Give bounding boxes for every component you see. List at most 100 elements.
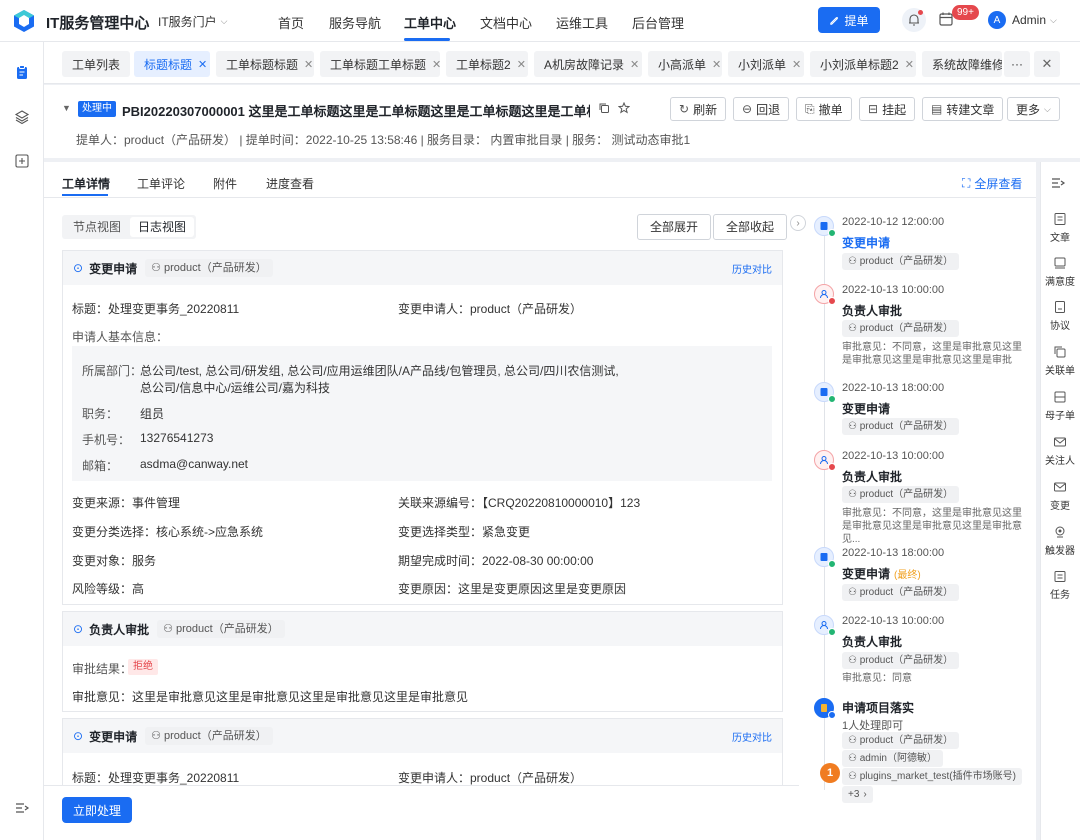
star-icon[interactable] — [618, 102, 630, 114]
more-users-button[interactable]: +3 › — [842, 786, 873, 803]
close-icon[interactable]: ✕ — [432, 58, 441, 71]
close-icon[interactable]: ✕ — [517, 58, 526, 71]
rail-agreement[interactable]: 协议 — [1040, 300, 1080, 332]
tl-title[interactable]: 变更申请 — [842, 234, 890, 251]
collapse-all-button[interactable]: 全部收起 — [713, 214, 788, 240]
more-actions-button[interactable]: 更多 ⌵ — [1007, 97, 1060, 121]
submit-ticket-button[interactable]: 提单 — [818, 7, 880, 33]
close-icon[interactable]: ✕ — [304, 58, 313, 71]
rail-satisfaction[interactable]: 满意度 — [1040, 256, 1080, 288]
section-header[interactable]: ⊙ 变更申请 ⚇ product（产品研发） 历史对比 — [63, 719, 782, 753]
tl-note: 审批意见：同意 — [842, 673, 912, 684]
caret-down-icon[interactable]: ▼ — [62, 103, 71, 113]
layers-icon[interactable] — [14, 109, 30, 125]
subtab-attachments[interactable]: 附件 — [213, 175, 237, 192]
expand-menu-icon[interactable] — [14, 800, 30, 816]
dept-label: 所属部门： — [82, 364, 143, 378]
subtab-detail[interactable]: 工单详情 — [62, 175, 110, 192]
fullscreen-button[interactable]: ⛶ 全屏查看 — [962, 175, 1022, 192]
withdraw-button[interactable]: ⎘ 撤单 — [796, 97, 852, 121]
tab-system-repair[interactable]: 系统故障维修 — [922, 51, 1002, 77]
rail-label: 关联单 — [1045, 366, 1075, 377]
job-value: 组员 — [140, 407, 165, 421]
collapse-panel-icon[interactable] — [1050, 175, 1066, 191]
nav-docs[interactable]: 文档中心 — [480, 13, 532, 32]
nav-admin[interactable]: 后台管理 — [632, 13, 684, 32]
tl-user: admin（阿德敏） — [859, 753, 937, 764]
avatar[interactable]: A — [988, 11, 1006, 29]
subtab-comments[interactable]: 工单评论 — [137, 175, 185, 192]
nav-service[interactable]: 服务导航 — [329, 13, 381, 32]
suspend-button[interactable]: ⊟ 挂起 — [859, 97, 916, 121]
rail-related-ticket[interactable]: 关联单 — [1040, 345, 1080, 377]
user-icon: ⚇ — [848, 753, 860, 764]
close-all-tabs-icon[interactable]: ✕ — [1034, 51, 1060, 77]
portal-switcher[interactable]: IT服务门户 ⌵ — [158, 13, 228, 30]
rail-change[interactable]: 变更 — [1040, 480, 1080, 512]
tab-gao-dispatch[interactable]: 小高派单 ✕ — [648, 51, 722, 77]
subtab-progress[interactable]: 进度查看 — [266, 175, 314, 192]
user-menu[interactable]: Admin ⌵ — [1012, 13, 1057, 27]
section-header[interactable]: ⊙ 变更申请 ⚇ product（产品研发） 历史对比 — [63, 251, 782, 285]
tl-user-chip: ⚇ product（产品研发） — [842, 320, 960, 337]
phone-label: 手机号： — [82, 433, 131, 447]
nav-ops-tools[interactable]: 运维工具 — [556, 13, 608, 32]
section-title: 负责人审批 — [89, 622, 150, 637]
convert-article-button[interactable]: ▤ 转建文章 — [922, 97, 1004, 121]
app-logo-icon[interactable] — [12, 9, 36, 33]
rail-article[interactable]: 文章 — [1040, 212, 1080, 244]
log-view-toggle[interactable]: 日志视图 — [130, 217, 195, 237]
process-now-button[interactable]: 立即处理 — [62, 797, 132, 823]
rail-trigger[interactable]: 触发器 — [1040, 525, 1080, 557]
history-compare-link[interactable]: 历史对比 — [732, 729, 772, 744]
tab-ticket-title-2[interactable]: 工单标题工单标题 ✕ — [320, 51, 441, 77]
tabs-more-button[interactable]: ··· — [1004, 51, 1030, 77]
tab-label: 小高派单 — [658, 57, 707, 72]
rail-label: 任务 — [1050, 590, 1070, 601]
copy-icon[interactable] — [598, 102, 610, 114]
rail-task[interactable]: 任务 — [1040, 569, 1080, 601]
close-icon[interactable]: ✕ — [630, 58, 639, 71]
rollback-button[interactable]: ⊖ 回退 — [733, 97, 790, 121]
close-icon[interactable]: ✕ — [712, 58, 721, 71]
user-icon: ⚇ — [151, 262, 164, 274]
nav-home[interactable]: 首页 — [278, 13, 304, 32]
withdraw-label: 撤单 — [818, 102, 843, 117]
rail-parent-child[interactable]: 母子单 — [1040, 390, 1080, 422]
rail-followers[interactable]: 关注人 — [1040, 435, 1080, 467]
node-view-toggle[interactable]: 节点视图 — [65, 217, 129, 237]
tab-ticket-title-3[interactable]: 工单标题2 ✕ — [446, 51, 528, 77]
section-header[interactable]: ⊙ 负责人审批 ⚇ product（产品研发） — [63, 612, 782, 646]
close-icon[interactable]: ✕ — [905, 58, 914, 71]
clipboard-icon[interactable] — [14, 64, 30, 80]
nav-tickets[interactable]: 工单中心 — [404, 13, 456, 32]
expand-all-button[interactable]: 全部展开 — [637, 214, 712, 240]
section-title: 变更申请 — [89, 729, 138, 744]
history-compare-link[interactable]: 历史对比 — [732, 261, 772, 276]
bottom-action-bar — [44, 785, 799, 840]
success-dot — [828, 229, 836, 237]
tl-user-chip: ⚇ product（产品研发） — [842, 652, 960, 669]
subtab-divider — [44, 197, 1036, 198]
tab-ticket-list[interactable]: 工单列表 — [62, 51, 131, 77]
tab-server-room-fault[interactable]: A机房故障记录 ✕ — [534, 51, 642, 77]
close-icon[interactable]: ✕ — [198, 58, 207, 71]
tab-liu-dispatch[interactable]: 小刘派单 ✕ — [728, 51, 804, 77]
add-square-icon[interactable] — [14, 153, 30, 169]
close-icon[interactable]: ✕ — [792, 58, 801, 71]
rail-label: 满意度 — [1045, 277, 1075, 288]
rail-label: 触发器 — [1045, 546, 1075, 557]
tab-title[interactable]: 标题标题 ✕ — [134, 51, 210, 77]
refresh-button[interactable]: ↻ 刷新 — [670, 97, 727, 121]
user-chip: ⚇ product（产品研发） — [157, 620, 285, 638]
tl-user-chip: ⚇ product（产品研发） — [842, 732, 960, 749]
field-applicant: 变更申请人：product（产品研发） — [398, 771, 583, 785]
field-change-category: 变更分类选择：核心系统->应急系统 — [72, 525, 264, 539]
more-icon: ··· — [1011, 57, 1023, 71]
user-icon: ⚇ — [151, 730, 164, 742]
success-dot — [828, 628, 836, 636]
tab-liu-dispatch-2[interactable]: 小刘派单标题2 ✕ — [810, 51, 916, 77]
field-change-type: 变更选择类型：紧急变更 — [398, 525, 531, 539]
tab-ticket-title[interactable]: 工单标题标题 ✕ — [216, 51, 314, 77]
chevron-right-icon[interactable]: › — [790, 215, 806, 231]
